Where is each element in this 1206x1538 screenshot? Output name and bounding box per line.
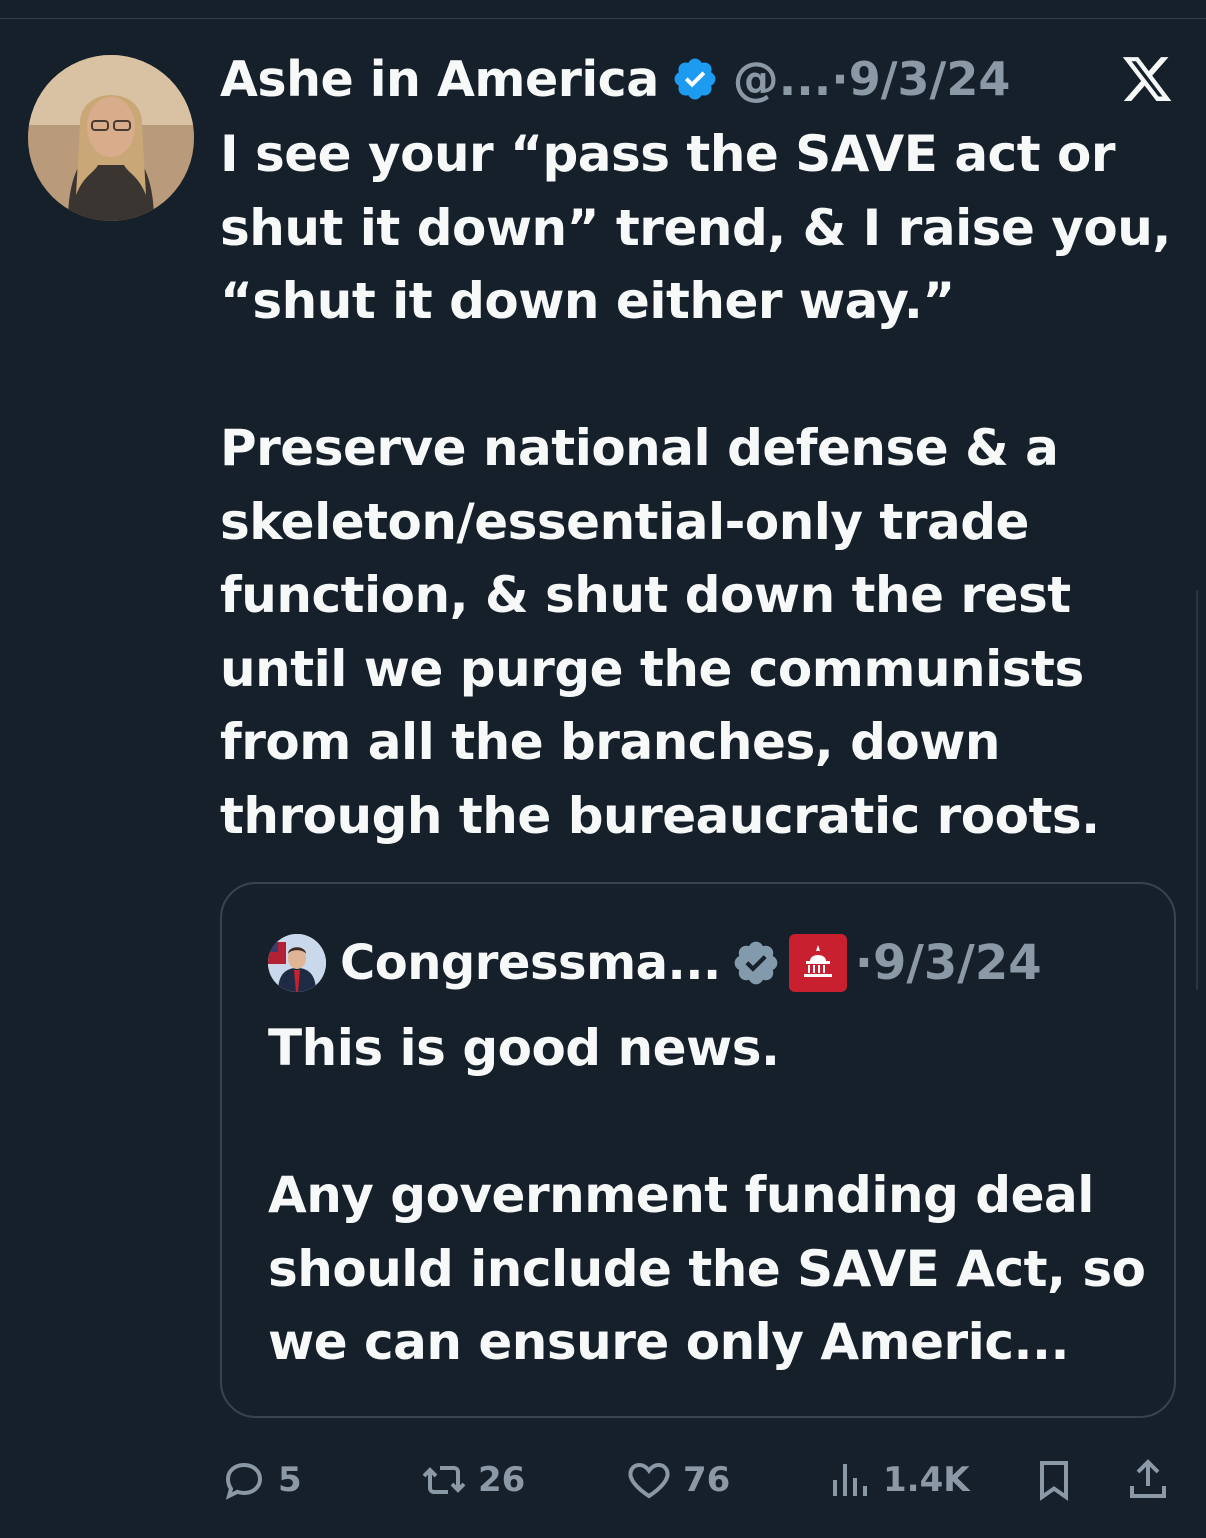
share-icon [1130,1459,1166,1498]
author-handle[interactable]: @... [733,52,831,106]
views-button[interactable]: 1.4K [825,1450,970,1510]
reply-icon [225,1462,263,1500]
retweet-button[interactable]: 26 [420,1450,525,1510]
quoted-author-avatar[interactable] [268,934,326,992]
house-gop-badge-icon [788,934,847,992]
quoted-author-name[interactable]: Congressma... [340,935,721,991]
retweet-icon [422,1466,466,1494]
views-count: 1.4K [883,1460,970,1500]
heart-icon [628,1462,670,1499]
verified-badge-icon [674,58,716,100]
views-icon [833,1464,867,1496]
scrollbar[interactable] [1196,590,1198,990]
author-name[interactable]: Ashe in America [220,51,659,108]
quoted-tweet-text: This is good news. Any government fundin… [268,1019,1146,1371]
tweet-actions: 5 26 76 1.4K [220,1450,1180,1510]
like-button[interactable]: 76 [625,1450,730,1510]
x-logo-icon [1122,57,1172,101]
like-count: 76 [683,1460,731,1500]
reply-button[interactable]: 5 [220,1450,302,1510]
tweet-text: I see your “pass the SAVE act or shut it… [220,125,1171,845]
reply-count: 5 [278,1460,302,1500]
tweet-date[interactable]: ·9/3/24 [831,52,1010,106]
verified-badge-icon [734,941,778,985]
top-divider [0,18,1206,19]
bookmark-icon [1040,1461,1068,1501]
quoted-tweet-date[interactable]: ·9/3/24 [855,935,1042,991]
share-button[interactable] [1124,1450,1172,1510]
quoted-tweet-header: Congressma... ·9/3/24 [268,932,1042,994]
retweet-count: 26 [478,1460,526,1500]
bookmark-button[interactable] [1030,1450,1078,1510]
quoted-tweet[interactable]: Congressma... ·9/3/24 This is good news.… [220,882,1176,1418]
author-avatar[interactable] [28,55,194,221]
tweet-header: Ashe in America @... ·9/3/24 [220,48,1180,110]
